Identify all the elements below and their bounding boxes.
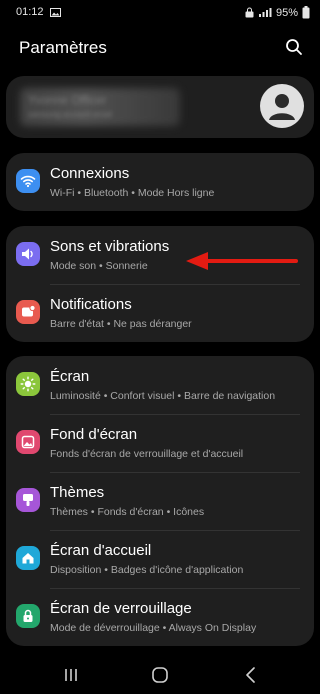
settings-item-ecran-verrouillage[interactable]: Écran de verrouillage Mode de déverrouil…: [6, 588, 314, 646]
recent-apps-icon[interactable]: [60, 664, 82, 686]
profile-name: Yvonne Officer: [28, 93, 107, 107]
red-arrow-annotation: [186, 252, 298, 270]
back-icon[interactable]: [240, 664, 262, 686]
gallery-notification-icon: [49, 7, 61, 17]
sun-icon: [16, 372, 40, 396]
item-subtitle: Barre d'état • Ne pas déranger: [50, 318, 192, 330]
avatar[interactable]: [260, 84, 304, 128]
item-subtitle: Wi-Fi • Bluetooth • Mode Hors ligne: [50, 187, 215, 199]
settings-group-sound: Sons et vibrations Mode son • Sonnerie N…: [6, 226, 314, 342]
wifi-icon: [16, 169, 40, 193]
settings-item-ecran[interactable]: Écran Luminosité • Confort visuel • Barr…: [6, 356, 314, 414]
person-icon: [269, 94, 295, 120]
settings-item-ecran-accueil[interactable]: Écran d'accueil Disposition • Badges d'i…: [6, 530, 314, 588]
lock-status-icon: [245, 7, 254, 18]
brush-icon: [16, 488, 40, 512]
settings-item-fond-ecran[interactable]: Fond d'écran Fonds d'écran de verrouilla…: [6, 414, 314, 472]
samsung-account-card[interactable]: Yvonne Officer samsung account email: [6, 76, 314, 138]
header: Paramètres: [0, 30, 320, 64]
signal-icon: [258, 8, 272, 17]
settings-item-themes[interactable]: Thèmes Thèmes • Fonds d'écran • Icônes: [6, 472, 314, 530]
battery-percent: 95%: [275, 6, 298, 19]
notification-icon: [16, 300, 40, 324]
home-button-icon[interactable]: [149, 664, 171, 686]
item-title: Sons et vibrations: [50, 238, 170, 255]
item-subtitle: Luminosité • Confort visuel • Barre de n…: [50, 390, 276, 402]
image-icon: [16, 430, 40, 454]
home-icon: [16, 546, 40, 570]
item-title: Connexions: [50, 165, 130, 182]
item-title: Thèmes: [50, 484, 105, 501]
item-title: Notifications: [50, 296, 132, 313]
item-title: Écran de verrouillage: [50, 600, 192, 617]
lock-icon: [16, 604, 40, 628]
settings-item-notifications[interactable]: Notifications Barre d'état • Ne pas déra…: [6, 284, 314, 342]
item-subtitle: Mode son • Sonnerie: [50, 260, 148, 272]
item-title: Écran: [50, 368, 90, 385]
settings-item-connexions[interactable]: Connexions Wi-Fi • Bluetooth • Mode Hors…: [6, 153, 314, 211]
volume-icon: [16, 242, 40, 266]
profile-email: samsung account email: [28, 110, 113, 119]
item-subtitle: Fonds d'écran de verrouillage et d'accue…: [50, 448, 244, 460]
item-subtitle: Disposition • Badges d'icône d'applicati…: [50, 564, 244, 576]
page-title: Paramètres: [19, 38, 107, 57]
status-bar: 01:12 95%: [0, 0, 320, 26]
settings-group-connections: Connexions Wi-Fi • Bluetooth • Mode Hors…: [6, 153, 314, 211]
search-icon[interactable]: [284, 37, 304, 57]
navigation-bar: [0, 654, 320, 694]
item-title: Écran d'accueil: [50, 542, 152, 559]
battery-icon: [302, 6, 310, 19]
settings-group-display: Écran Luminosité • Confort visuel • Barr…: [6, 356, 314, 646]
item-subtitle: Mode de déverrouillage • Always On Displ…: [50, 622, 257, 634]
status-time: 01:12: [16, 6, 44, 18]
item-subtitle: Thèmes • Fonds d'écran • Icônes: [50, 506, 205, 518]
item-title: Fond d'écran: [50, 426, 138, 443]
